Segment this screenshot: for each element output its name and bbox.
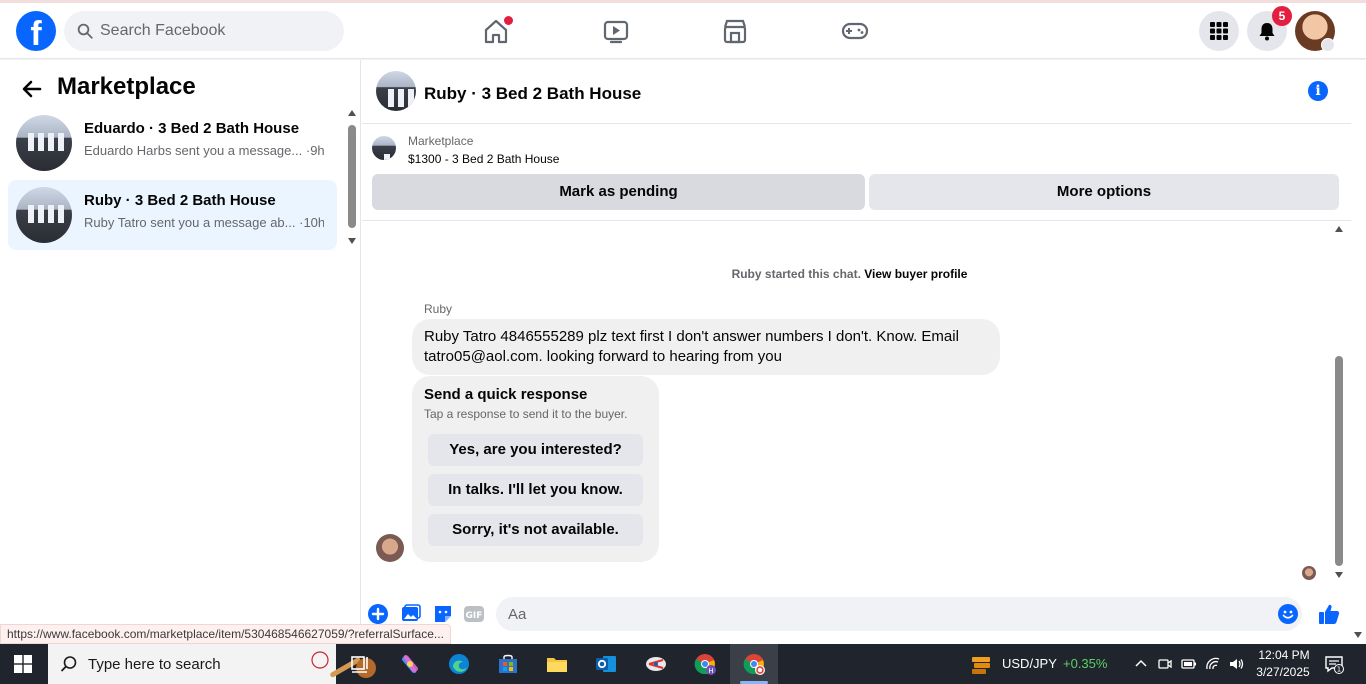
chrome-profile-active-icon[interactable] — [742, 652, 766, 676]
currency-ticker-icon[interactable] — [970, 653, 992, 675]
scroll-down-arrow-icon[interactable] — [1335, 572, 1343, 578]
message-bubble: Ruby Tatro 4846555289 plz text first I d… — [412, 319, 1000, 375]
search-icon — [60, 656, 77, 672]
battery-icon[interactable] — [1181, 656, 1197, 672]
bell-icon — [1259, 23, 1275, 41]
task-view-icon[interactable] — [349, 652, 373, 676]
ticker-change[interactable]: +0.35% — [1063, 656, 1107, 671]
search-icon — [77, 23, 93, 39]
back-arrow-icon[interactable] — [20, 77, 44, 101]
scrollbar-thumb[interactable] — [1335, 356, 1343, 566]
emoji-icon[interactable] — [1278, 604, 1298, 624]
chat-scrollbar[interactable] — [1334, 226, 1344, 580]
photo-icon[interactable] — [400, 603, 422, 625]
quick-response-subtitle: Tap a response to send it to the buyer. — [424, 407, 628, 421]
sender-avatar[interactable] — [376, 534, 404, 562]
windows-taskbar: Type here to search H USD/JPY +0.35% 12:… — [0, 644, 1366, 684]
marketplace-inbox-panel: Marketplace Eduardo · 3 Bed 2 Bath House… — [0, 60, 361, 644]
taskbar-clock-time[interactable]: 12:04 PM — [1256, 648, 1312, 662]
conversation-preview: Ruby Tatro sent you a message ab... ·10h — [84, 215, 324, 230]
chat-title[interactable]: Ruby · 3 Bed 2 Bath House — [424, 84, 641, 104]
volume-icon[interactable] — [1228, 656, 1244, 672]
chevron-up-icon[interactable] — [1133, 656, 1149, 672]
chat-listing-thumbnail[interactable] — [376, 71, 416, 111]
listing-thumbnail — [16, 187, 72, 243]
quick-response-not-available-button[interactable]: Sorry, it's not available. — [428, 514, 643, 546]
quick-response-interested-button[interactable]: Yes, are you interested? — [428, 434, 643, 466]
notification-count-badge: 5 — [1272, 6, 1292, 26]
marketplace-icon[interactable] — [720, 16, 750, 46]
snipping-tool-icon[interactable] — [644, 652, 668, 676]
svg-text:GIF: GIF — [466, 611, 483, 621]
chat-header: Ruby · 3 Bed 2 Bath House i — [362, 60, 1351, 124]
file-explorer-icon[interactable] — [545, 652, 569, 676]
listing-mini-thumbnail[interactable] — [372, 136, 396, 160]
chat-started-notice: Ruby started this chat. View buyer profi… — [731, 267, 968, 281]
plus-circle-icon[interactable] — [367, 603, 389, 625]
search-input[interactable] — [100, 11, 330, 51]
link-preview-status-bar: https://www.facebook.com/marketplace/ite… — [0, 624, 451, 644]
conversation-title: Eduardo · 3 Bed 2 Bath House — [84, 120, 300, 137]
top-navigation-bar: f 5 — [0, 3, 1366, 59]
sidebar-scrollbar[interactable] — [347, 110, 357, 246]
home-notification-dot — [504, 16, 513, 25]
sender-name: Ruby — [424, 302, 453, 316]
edge-browser-icon[interactable] — [447, 652, 471, 676]
grid-menu-icon — [1210, 22, 1228, 40]
more-options-button[interactable]: More options — [869, 174, 1339, 210]
chrome-profile-h-icon[interactable]: H — [693, 652, 717, 676]
search-box[interactable] — [64, 11, 344, 51]
sticker-icon[interactable] — [432, 603, 454, 625]
taskbar-search-label: Type here to search — [88, 656, 221, 673]
microsoft-store-icon[interactable] — [496, 652, 520, 676]
page-scrollbar[interactable] — [1351, 60, 1366, 644]
panel-title: Marketplace — [57, 73, 196, 100]
meet-now-icon[interactable] — [1157, 656, 1173, 672]
scrollbar-thumb[interactable] — [348, 125, 356, 228]
scroll-up-arrow-icon[interactable] — [1335, 226, 1343, 232]
read-receipt-avatar — [1302, 566, 1316, 580]
quick-response-card: Send a quick response Tap a response to … — [412, 376, 659, 562]
listing-price[interactable]: $1300 - 3 Bed 2 Bath House — [408, 152, 559, 166]
quick-response-in-talks-button[interactable]: In talks. I'll let you know. — [428, 474, 643, 506]
video-icon[interactable] — [601, 16, 631, 46]
chevron-down-icon[interactable] — [1321, 38, 1335, 52]
scroll-down-arrow-icon[interactable] — [348, 238, 356, 244]
divider — [362, 220, 1351, 221]
quick-response-title: Send a quick response — [424, 386, 588, 403]
svg-text:H: H — [708, 667, 713, 675]
outlook-icon[interactable] — [594, 652, 618, 676]
message-input[interactable] — [508, 597, 1248, 631]
windows-start-icon[interactable] — [14, 655, 32, 673]
conversation-item-eduardo[interactable]: Eduardo · 3 Bed 2 Bath House Eduardo Har… — [8, 108, 337, 178]
thumbs-up-icon[interactable] — [1317, 602, 1341, 626]
facebook-logo-icon[interactable]: f — [16, 11, 56, 51]
gaming-icon[interactable] — [840, 16, 870, 46]
conversation-item-ruby[interactable]: Ruby · 3 Bed 2 Bath House Ruby Tatro sen… — [8, 180, 337, 250]
menu-button[interactable] — [1199, 11, 1239, 51]
wifi-icon[interactable] — [1205, 656, 1221, 672]
message-composer[interactable] — [496, 597, 1302, 631]
taskbar-search-box[interactable]: Type here to search — [48, 644, 376, 684]
taskbar-clock-date[interactable]: 3/27/2025 — [1252, 665, 1314, 679]
scroll-down-arrow-icon[interactable] — [1354, 632, 1362, 638]
notification-center-icon[interactable]: 1 — [1324, 654, 1344, 674]
gif-icon[interactable]: GIF — [463, 603, 485, 625]
listing-thumbnail — [16, 115, 72, 171]
view-buyer-profile-link[interactable]: View buyer profile — [864, 267, 967, 281]
ticker-name[interactable]: USD/JPY — [1002, 656, 1057, 671]
svg-text:1: 1 — [1337, 666, 1341, 674]
chat-panel: Ruby · 3 Bed 2 Bath House i Marketplace … — [362, 60, 1351, 644]
listing-label: Marketplace — [408, 134, 474, 148]
conversation-preview: Eduardo Harbs sent you a message... ·9h — [84, 143, 324, 158]
info-icon[interactable]: i — [1308, 81, 1328, 101]
mark-as-pending-button[interactable]: Mark as pending — [372, 174, 865, 210]
conversation-title: Ruby · 3 Bed 2 Bath House — [84, 192, 276, 209]
scroll-up-arrow-icon[interactable] — [348, 110, 356, 116]
copilot-icon[interactable] — [398, 652, 422, 676]
